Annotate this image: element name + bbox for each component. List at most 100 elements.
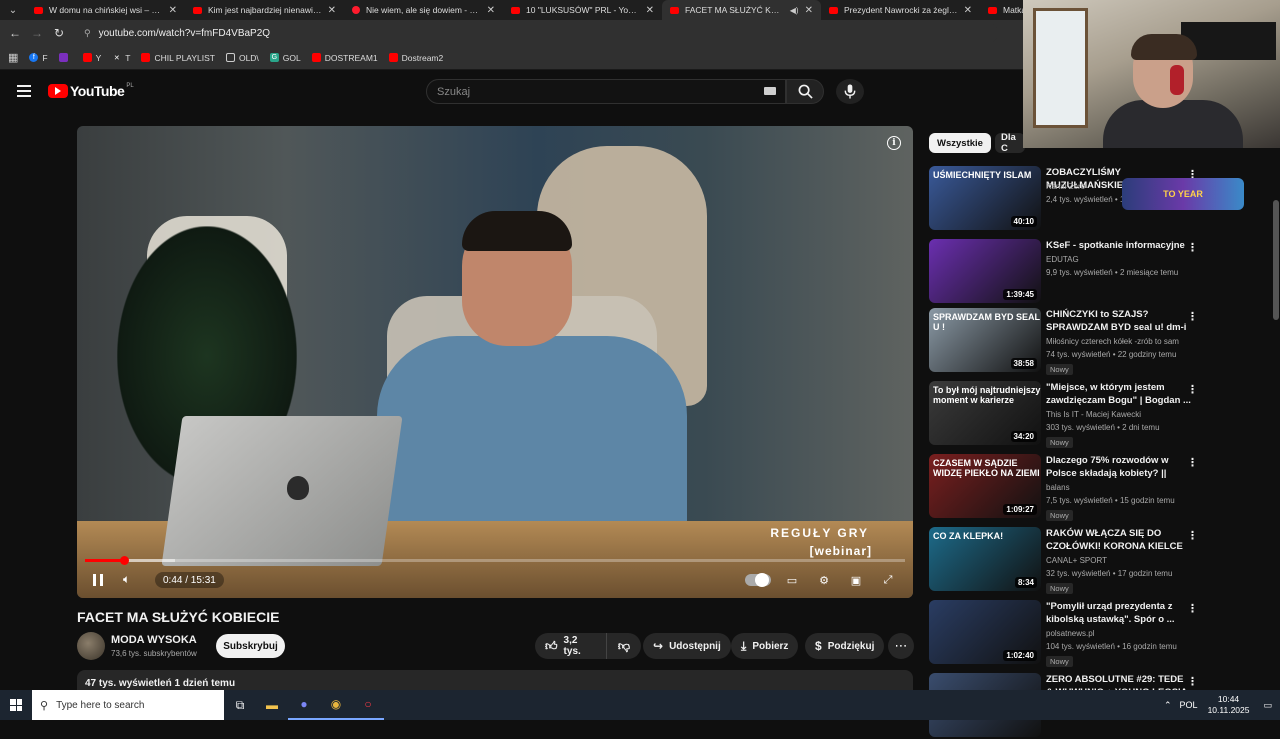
- search-button[interactable]: [786, 79, 824, 104]
- menu-icon[interactable]: [17, 85, 31, 97]
- chrome-icon[interactable]: ◉: [320, 690, 352, 720]
- download-button[interactable]: ⤓ Pobierz: [731, 633, 799, 659]
- channel-avatar[interactable]: [77, 632, 105, 660]
- tab-search-chevron-icon[interactable]: ⌄: [0, 0, 26, 20]
- related-video-item[interactable]: SPRAWDZAM BYD SEAL U ! 38:58 CHIŃCZYKI to …: [929, 308, 1209, 375]
- video-thumbnail[interactable]: UŚMIECHNIĘTY ISLAM 40:10: [929, 166, 1041, 230]
- thanks-button[interactable]: $ Podziękuj: [805, 633, 885, 659]
- related-video-title[interactable]: RAKÓW WŁĄCZA SIĘ DO CZOŁÓWKI! KORONA KIE…: [1046, 527, 1191, 553]
- more-vert-icon[interactable]: ⋮: [1187, 310, 1198, 323]
- autoplay-toggle[interactable]: [745, 573, 771, 587]
- related-video-channel[interactable]: This Is IT - Maciej Kawecki: [1046, 410, 1141, 419]
- fullscreen-icon[interactable]: ⤢: [877, 572, 899, 588]
- browser-tab-active[interactable]: FACET MA SŁUŻYĆ KOBIEC◀)✕: [662, 0, 821, 20]
- bookmark-item[interactable]: Y: [82, 53, 101, 63]
- browser-tab[interactable]: W domu na chińskiej wsi – zob ✕: [26, 0, 185, 20]
- bookmark-item[interactable]: [58, 53, 72, 62]
- related-video-channel[interactable]: EDUTAG: [1046, 255, 1079, 264]
- related-video-title[interactable]: "Miejsce, w którym jestem zawdzięczam Bo…: [1046, 381, 1191, 407]
- chip-for-you[interactable]: Dla C: [995, 133, 1025, 153]
- video-thumbnail[interactable]: SPRAWDZAM BYD SEAL U ! 38:58: [929, 308, 1041, 372]
- start-button[interactable]: [0, 690, 32, 720]
- related-video-title[interactable]: "Pomylił urząd prezydenta z kibolską ust…: [1046, 600, 1191, 626]
- pause-button[interactable]: [93, 574, 103, 586]
- keyboard-icon[interactable]: [764, 87, 776, 95]
- back-icon[interactable]: ←: [4, 26, 26, 40]
- chip-all[interactable]: Wszystkie: [929, 133, 991, 153]
- notification-icon[interactable]: ▭: [1263, 700, 1272, 711]
- browser-tab[interactable]: Nie wiem, ale się dowiem - Pat ✕: [344, 0, 503, 20]
- tray-chevron-icon[interactable]: ⌃: [1164, 700, 1172, 711]
- related-video-title[interactable]: KSeF - spotkanie informacyjne: [1046, 239, 1191, 252]
- video-thumbnail[interactable]: 1:02:40: [929, 600, 1041, 664]
- file-explorer-icon[interactable]: ▬: [256, 690, 288, 720]
- close-icon[interactable]: ✕: [805, 5, 813, 16]
- bookmark-item[interactable]: G GOL: [269, 53, 301, 63]
- info-icon[interactable]: i: [887, 136, 901, 150]
- apps-grid-icon[interactable]: ▦: [8, 51, 18, 64]
- bookmark-item[interactable]: CHIL PLAYLIST: [141, 53, 215, 63]
- dislike-button[interactable]: 👎︎: [607, 633, 641, 659]
- settings-gear-icon[interactable]: ⚙: [813, 572, 835, 588]
- related-video-item[interactable]: CZASEM W SĄDZIE WIDZĘ PIEKŁO NA ZIEMI 1:0…: [929, 454, 1209, 521]
- video-thumbnail[interactable]: To był mój najtrudniejszy moment w karie…: [929, 381, 1041, 445]
- subscribe-button[interactable]: Subskrybuj: [216, 634, 285, 658]
- more-vert-icon[interactable]: ⋮: [1187, 456, 1198, 469]
- browser-tab[interactable]: Prezydent Nawrocki za żeglow ✕: [821, 0, 980, 20]
- taskbar-search[interactable]: ⚲ Type here to search: [32, 690, 224, 720]
- opera-icon[interactable]: ○: [352, 690, 384, 720]
- youtube-logo[interactable]: YouTube PL: [48, 83, 134, 99]
- related-video-item[interactable]: 1:39:45 KSeF - spotkanie informacyjne EDUT…: [929, 239, 1209, 305]
- bookmark-item[interactable]: Dostream2: [388, 53, 443, 63]
- video-thumbnail[interactable]: CZASEM W SĄDZIE WIDZĘ PIEKŁO NA ZIEMI 1:0…: [929, 454, 1041, 518]
- scrubber-handle[interactable]: [119, 556, 129, 565]
- share-button[interactable]: ↪ Udostępnij: [643, 633, 731, 659]
- related-video-channel[interactable]: Kanał Zero: [1046, 182, 1085, 191]
- task-view-icon[interactable]: ⧉: [224, 690, 256, 720]
- speaker-icon[interactable]: ◀): [790, 6, 799, 15]
- language-indicator[interactable]: POL: [1180, 700, 1198, 710]
- subtitles-icon[interactable]: ▭: [781, 572, 803, 588]
- forward-icon[interactable]: →: [26, 26, 48, 40]
- related-video-channel[interactable]: CANAL+ SPORT: [1046, 556, 1107, 565]
- related-video-channel[interactable]: polsatnews.pl: [1046, 629, 1094, 638]
- related-video-item[interactable]: 1:02:40 "Pomylił urząd prezydenta z kibol…: [929, 600, 1209, 667]
- site-info-icon[interactable]: ⚲: [84, 28, 91, 39]
- related-video-channel[interactable]: balans: [1046, 483, 1070, 492]
- close-icon[interactable]: ✕: [646, 5, 654, 16]
- more-vert-icon[interactable]: ⋮: [1187, 241, 1198, 254]
- related-video-title[interactable]: CHIŃCZYKI to SZAJS? SPRAWDZAM BYD seal u…: [1046, 308, 1191, 334]
- bookmark-item[interactable]: DOSTREAM1: [311, 53, 378, 63]
- video-thumbnail[interactable]: CO ZA KLEPKA! 8:34: [929, 527, 1041, 591]
- related-video-title[interactable]: Dlaczego 75% rozwodów w Polsce składają …: [1046, 454, 1191, 480]
- video-player[interactable]: i REGUŁY GRY [webinar] 🔈︎ 0:44 / 15:31 ▭…: [77, 126, 913, 598]
- discord-icon[interactable]: ●: [288, 690, 320, 720]
- more-actions-button[interactable]: ⋯: [888, 633, 914, 659]
- close-icon[interactable]: ✕: [487, 5, 495, 16]
- channel-name[interactable]: MODA WYSOKA: [111, 634, 197, 646]
- more-vert-icon[interactable]: ⋮: [1187, 675, 1198, 688]
- browser-tab[interactable]: Kim jest najbardziej nienawistn ✕: [185, 0, 344, 20]
- video-thumbnail[interactable]: 1:39:45: [929, 239, 1041, 303]
- url-field[interactable]: ⚲ youtube.com/watch?v=fmFD4VBaP2Q: [78, 23, 998, 43]
- more-vert-icon[interactable]: ⋮: [1187, 602, 1198, 615]
- page-scrollbar[interactable]: [1273, 200, 1279, 320]
- close-icon[interactable]: ✕: [169, 5, 177, 16]
- browser-tab[interactable]: 10 "LUKSUSÓW" PRL - YouTub ✕: [503, 0, 662, 20]
- search-input[interactable]: Szukaj: [426, 79, 786, 104]
- miniplayer-icon[interactable]: ▣: [845, 572, 867, 588]
- volume-icon[interactable]: 🔈︎: [123, 572, 139, 588]
- close-icon[interactable]: ✕: [964, 5, 972, 16]
- close-icon[interactable]: ✕: [328, 5, 336, 16]
- related-video-channel[interactable]: Miłośnicy czterech kółek -zrób to sam: [1046, 337, 1179, 346]
- progress-bar[interactable]: [85, 556, 905, 565]
- related-video-item[interactable]: CO ZA KLEPKA! 8:34 RAKÓW WŁĄCZA SIĘ DO CZO…: [929, 527, 1209, 594]
- related-video-item[interactable]: To był mój najtrudniejszy moment w karie…: [929, 381, 1209, 448]
- voice-search-button[interactable]: [836, 79, 864, 104]
- bookmark-item[interactable]: fF: [29, 53, 48, 63]
- more-vert-icon[interactable]: ⋮: [1187, 529, 1198, 542]
- like-button[interactable]: 👍︎ 3,2 tys.: [535, 633, 607, 659]
- bookmark-folder[interactable]: OLD\: [225, 53, 259, 63]
- bookmark-item[interactable]: ✕ T: [112, 53, 131, 63]
- clock[interactable]: 10:44 10.11.2025: [1208, 694, 1250, 716]
